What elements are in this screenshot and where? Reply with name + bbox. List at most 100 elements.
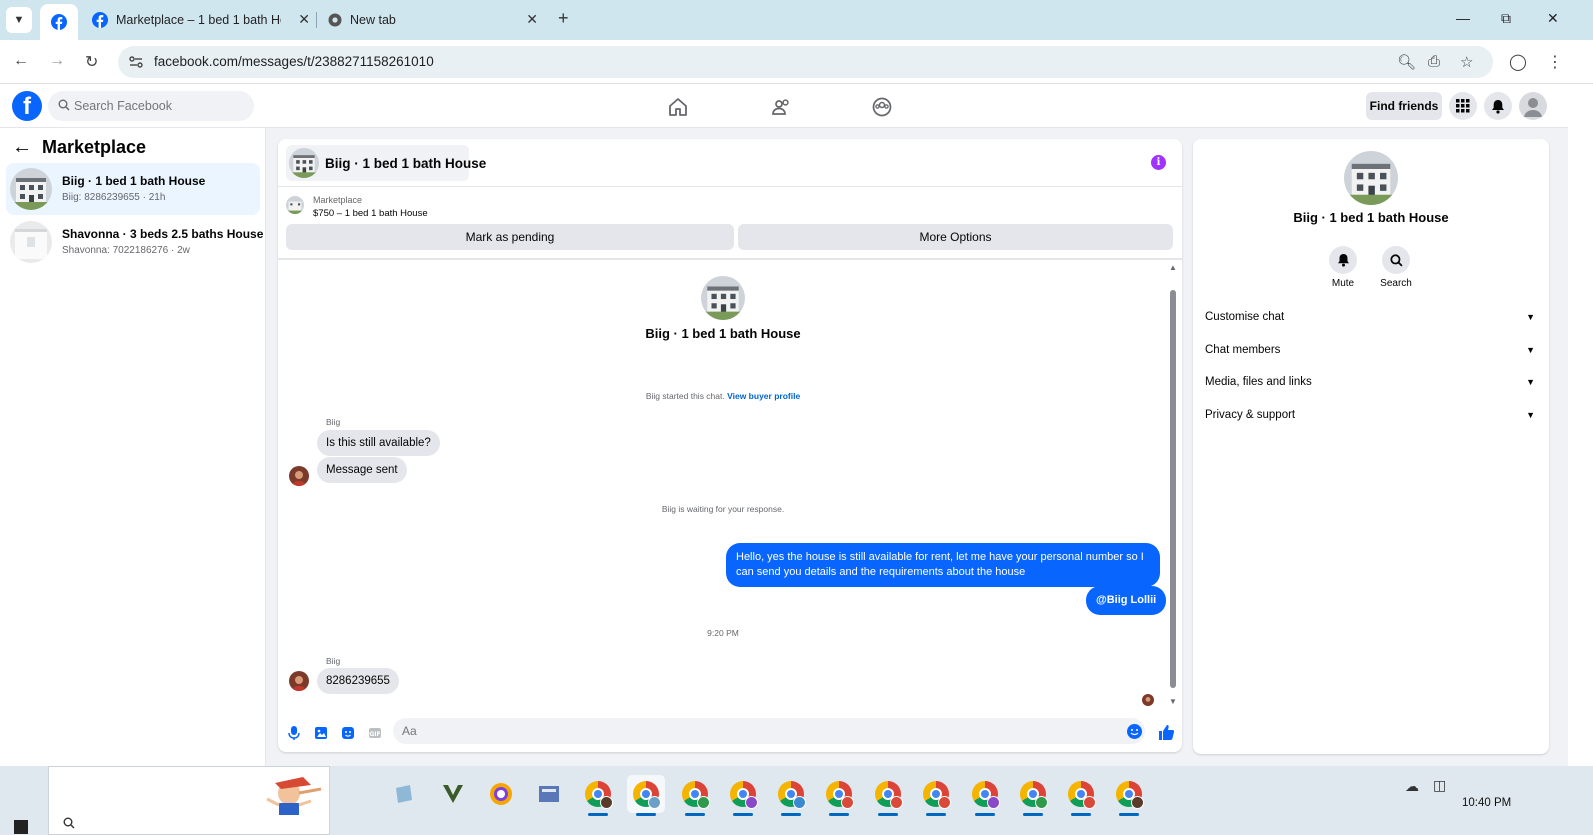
install-app-icon[interactable]: ⎙ [1428,53,1440,70]
page-scrollbar[interactable] [1568,84,1593,766]
sticker-icon[interactable] [340,725,356,741]
onedrive-cloud-icon[interactable]: ☁ [1405,778,1419,795]
outgoing-message[interactable]: Hello, yes the house is still available … [726,543,1160,587]
section-label: Chat members [1205,344,1281,356]
details-avatar[interactable] [1344,151,1398,205]
sidebar-title: Marketplace [42,137,147,157]
thumbs-up-icon[interactable] [1157,723,1175,741]
house-thumbnail [10,168,52,210]
incoming-message[interactable]: 8286239655 [317,668,399,694]
reload-icon[interactable]: ↻ [85,52,98,72]
message-list[interactable]: Biig · 1 bed 1 bath House Biig started t… [278,260,1182,712]
mute-button[interactable]: Mute [1321,246,1365,289]
facebook-search[interactable] [48,91,254,121]
zoom-icon[interactable]: 🔍︎ [1397,53,1416,71]
scroll-up-icon[interactable]: ▲ [1169,263,1177,272]
taskbar-chrome-profile-12[interactable] [1110,775,1148,816]
thread-preview: Biig: 8286239655 · 21h [62,192,166,203]
address-bar[interactable]: facebook.com/messages/t/2388271158261010… [118,46,1493,78]
tab-marketplace[interactable]: Marketplace – 1 bed 1 bath Ho ✕ [92,6,310,34]
profile-avatar[interactable] [1519,92,1547,120]
scrollbar-thumb[interactable] [1170,290,1176,688]
taskbar-app-notes[interactable] [385,775,423,813]
notifications-bell-icon[interactable] [1484,92,1512,120]
tab-new-tab[interactable]: New tab ✕ [328,6,538,34]
taskbar-chrome-profile-1[interactable] [579,775,617,816]
emoji-icon[interactable] [1127,724,1142,739]
chevron-down-icon: ▼ [1526,377,1535,387]
thread-item-shavonna[interactable]: Shavonna · 3 beds 2.5 baths House Shavon… [6,216,263,268]
windows-start-icon[interactable] [14,820,28,834]
taskbar-app-folder[interactable] [530,775,568,813]
search-in-chat-button[interactable]: Search [1374,246,1418,289]
incoming-message[interactable]: Message sent [317,457,407,483]
chrome-menu-icon[interactable]: ⋮ [1547,52,1563,72]
taskbar-app-game[interactable] [434,775,472,813]
incoming-message[interactable]: Is this still available? [317,430,440,456]
taskbar-chrome-profile-4[interactable] [724,775,762,816]
forward-icon[interactable]: → [49,52,65,70]
house-thumbnail [286,196,304,214]
tab-divider [316,12,317,28]
privacy-support-section[interactable]: Privacy & support ▼ [1205,409,1541,433]
back-icon[interactable]: ← [13,52,29,70]
taskbar-chrome-profile-6[interactable] [820,775,858,816]
taskbar-clock[interactable]: 10:40 PM [1462,797,1511,809]
taskbar-chrome-profile-9[interactable] [966,775,1004,816]
outgoing-message[interactable]: @Biig Lollii [1086,586,1167,615]
restore-icon[interactable]: ⧉ [1501,10,1511,27]
section-label: Media, files and links [1205,376,1312,388]
new-tab-plus-icon[interactable]: + [558,8,569,29]
taskbar-chrome-profile-2[interactable] [627,775,665,816]
taskbar-chrome-profile-5[interactable] [772,775,810,816]
more-options-button[interactable]: More Options [738,224,1173,250]
menu-grid-icon[interactable] [1449,92,1477,120]
search-input[interactable] [74,91,244,121]
chat-members-section[interactable]: Chat members ▼ [1205,344,1541,368]
profile-icon[interactable]: ◯ [1509,52,1527,72]
gif-icon[interactable]: GIF [367,725,383,741]
message-scrollbar[interactable]: ▲ ▼ [1167,260,1180,712]
tab-search-dropdown[interactable]: ▼ [6,7,32,33]
site-settings-icon[interactable] [128,54,144,70]
media-files-links-section[interactable]: Media, files and links ▼ [1205,376,1541,400]
taskbar-chrome-profile-11[interactable] [1062,775,1100,816]
friends-icon[interactable] [770,96,792,118]
back-arrow-icon[interactable]: ← [12,136,32,159]
search-icon [58,99,70,111]
marketplace-label: Marketplace [313,195,363,205]
taskbar-chrome-profile-3[interactable] [676,775,714,816]
photo-icon[interactable] [313,725,329,741]
home-icon[interactable] [667,96,689,118]
tab-facebook-pinned[interactable] [40,4,78,40]
microphone-icon[interactable] [286,725,302,741]
message-input[interactable] [393,718,1145,744]
minimize-icon[interactable]: — [1456,10,1470,26]
listing-price-title[interactable]: $750 – 1 bed 1 bath House [313,208,428,219]
search-label: Search [1380,278,1412,289]
customise-chat-section[interactable]: Customise chat ▼ [1205,311,1541,335]
taskbar-chrome-profile-10[interactable] [1014,775,1052,816]
conversation-title: Biig · 1 bed 1 bath House [325,156,487,171]
close-tab-icon[interactable]: ✕ [298,11,310,28]
taskbar-app-browser[interactable] [482,775,520,813]
svg-text:GIF: GIF [369,731,380,738]
taskbar-search-box[interactable] [48,766,330,835]
meet-now-icon[interactable]: ◫ [1433,777,1446,794]
conversation-title-button[interactable]: Biig · 1 bed 1 bath House [286,145,486,181]
close-tab-icon[interactable]: ✕ [526,11,538,28]
mark-as-pending-button[interactable]: Mark as pending [286,224,734,250]
find-friends-button[interactable]: Find friends [1366,92,1442,120]
view-buyer-profile-link[interactable]: View buyer profile [727,391,800,401]
thread-item-biig[interactable]: Biig · 1 bed 1 bath House Biig: 82862396… [6,163,260,215]
facebook-logo[interactable]: f [12,91,42,121]
info-icon[interactable]: i [1151,155,1166,170]
taskbar-chrome-profile-7[interactable] [869,775,907,816]
close-window-icon[interactable]: ✕ [1547,10,1559,27]
taskbar-chrome-profile-8[interactable] [917,775,955,816]
waiting-notice: Biig is waiting for your response. [661,504,785,514]
groups-icon[interactable] [871,96,893,118]
bookmark-star-icon[interactable]: ☆ [1460,53,1473,71]
scroll-down-icon[interactable]: ▼ [1169,697,1177,706]
facebook-icon [92,12,108,28]
